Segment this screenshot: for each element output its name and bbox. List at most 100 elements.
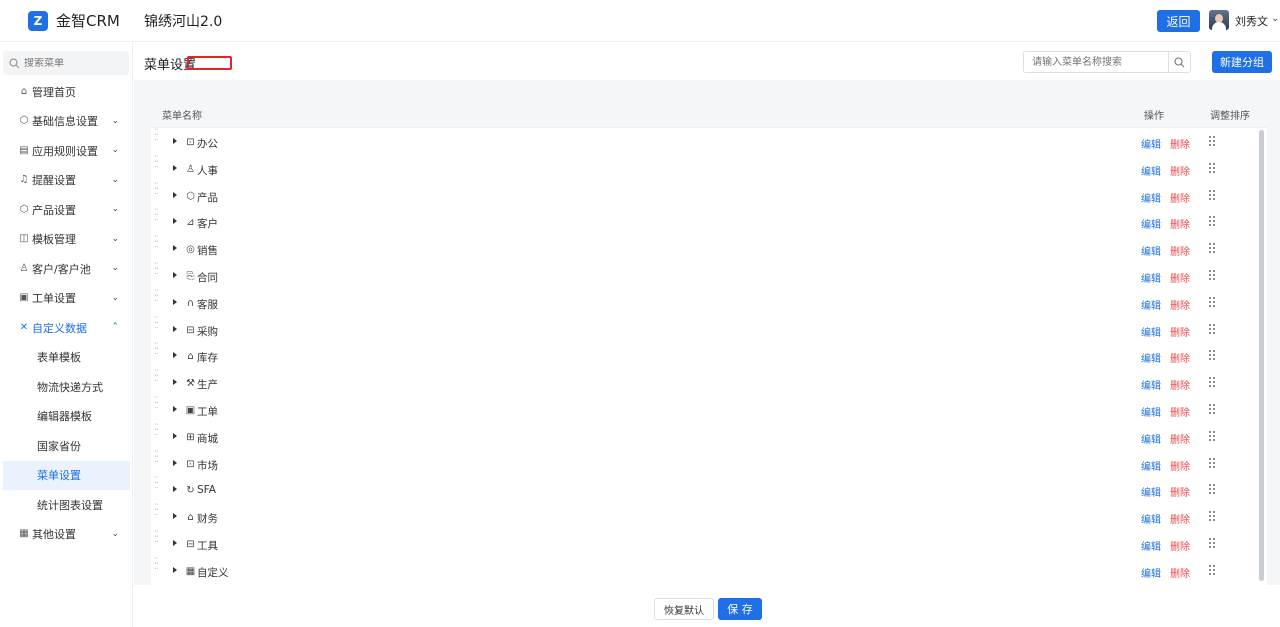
sidebar-item-app-rules[interactable]: ▤ 应用规则设置 ⌄ (0, 136, 133, 166)
sidebar-subitem-form-templates[interactable]: 表单模板 (3, 343, 130, 373)
avatar[interactable] (1209, 10, 1229, 30)
logo[interactable]: Z 金智CRM (28, 10, 120, 31)
edit-link[interactable]: 编辑 (1141, 484, 1161, 499)
sort-grip-icon[interactable] (1209, 537, 1217, 550)
drag-handle-icon[interactable]: ⁚⁚ ⁚⁚ (154, 182, 162, 196)
delete-link[interactable]: 删除 (1170, 163, 1190, 178)
edit-link[interactable]: 编辑 (1141, 136, 1161, 151)
sidebar-item-templates[interactable]: ◫ 模板管理 ⌄ (0, 225, 133, 255)
delete-link[interactable]: 删除 (1170, 458, 1190, 473)
sort-grip-icon[interactable] (1209, 189, 1217, 202)
delete-link[interactable]: 删除 (1170, 377, 1190, 392)
table-row[interactable]: ⁚⁚ ⁚⁚ ⊞ 商城 编辑 删除 (151, 423, 1267, 451)
edit-link[interactable]: 编辑 (1141, 565, 1161, 580)
expand-arrow-icon[interactable] (173, 352, 177, 359)
delete-link[interactable]: 删除 (1170, 538, 1190, 553)
sort-grip-icon[interactable] (1209, 511, 1217, 523)
expand-arrow-icon[interactable] (173, 138, 177, 144)
expand-arrow-icon[interactable] (173, 271, 177, 278)
table-row[interactable]: ⁚⁚ ⁚⁚ ⌂ 财务 编辑 删除 (151, 504, 1267, 531)
search-button[interactable] (1168, 52, 1190, 72)
sidebar-item-customers[interactable]: ♙ 客户/客户池 ⌄ (0, 254, 133, 284)
menu-search-input[interactable] (1024, 52, 1169, 72)
expand-arrow-icon[interactable] (173, 245, 177, 252)
sort-grip-icon[interactable] (1209, 457, 1217, 470)
drag-handle-icon[interactable]: ⁚⁚ ⁚⁚ (154, 557, 162, 571)
sort-grip-icon[interactable] (1209, 136, 1217, 148)
delete-link[interactable]: 删除 (1170, 270, 1190, 285)
drag-handle-icon[interactable]: ⁚⁚ ⁚⁚ (154, 423, 162, 437)
sort-grip-icon[interactable] (1209, 296, 1217, 309)
table-row[interactable]: ⁚⁚ ⁚⁚ ⊟ 工具 编辑 删除 (151, 530, 1267, 558)
table-row[interactable]: ⁚⁚ ⁚⁚ ⊡ 办公 编辑 删除 (151, 129, 1267, 156)
sort-grip-icon[interactable] (1209, 403, 1217, 416)
edit-link[interactable]: 编辑 (1141, 511, 1161, 526)
table-row[interactable]: ⁚⁚ ⁚⁚ ∩ 客服 编辑 删除 (151, 289, 1267, 317)
drag-handle-icon[interactable]: ⁚⁚ ⁚⁚ (154, 370, 162, 384)
sort-grip-icon[interactable] (1209, 269, 1217, 282)
menu-search[interactable] (1023, 51, 1191, 73)
expand-arrow-icon[interactable] (173, 298, 177, 305)
sidebar-search-input[interactable] (24, 57, 124, 69)
table-row[interactable]: ⁚⁚ ⁚⁚ ♙ 人事 编辑 删除 (151, 155, 1267, 183)
expand-arrow-icon[interactable] (173, 325, 177, 332)
sidebar-item-custom-data[interactable]: ✕ 自定义数据 ⌃ (0, 313, 133, 343)
drag-handle-icon[interactable]: ⁚⁚ ⁚⁚ (154, 129, 162, 143)
sort-grip-icon[interactable] (1209, 350, 1217, 362)
drag-handle-icon[interactable]: ⁚⁚ ⁚⁚ (154, 396, 162, 410)
sidebar-subitem-menu-settings[interactable]: 菜单设置 (3, 460, 130, 490)
delete-link[interactable]: 删除 (1170, 190, 1190, 205)
drag-handle-icon[interactable]: ⁚⁚ ⁚⁚ (154, 209, 162, 223)
sort-grip-icon[interactable] (1209, 564, 1217, 577)
delete-link[interactable]: 删除 (1170, 324, 1190, 339)
sort-grip-icon[interactable] (1209, 430, 1217, 443)
reset-default-button[interactable]: 恢复默认 (654, 598, 714, 620)
expand-arrow-icon[interactable] (173, 566, 177, 573)
drag-handle-icon[interactable]: ⁚⁚ ⁚⁚ (154, 530, 162, 544)
edit-link[interactable]: 编辑 (1141, 458, 1161, 473)
sidebar-item-products[interactable]: ⬡ 产品设置 ⌄ (0, 195, 133, 225)
table-row[interactable]: ⁚⁚ ⁚⁚ ▣ 工单 编辑 删除 (151, 396, 1267, 424)
expand-arrow-icon[interactable] (173, 539, 177, 546)
edit-link[interactable]: 编辑 (1141, 297, 1161, 312)
expand-arrow-icon[interactable] (173, 459, 177, 466)
save-button[interactable]: 保 存 (718, 598, 762, 620)
expand-arrow-icon[interactable] (173, 486, 177, 493)
expand-arrow-icon[interactable] (173, 379, 177, 386)
edit-link[interactable]: 编辑 (1141, 404, 1161, 419)
table-row[interactable]: ⁚⁚ ⁚⁚ ⊟ 采购 编辑 删除 (151, 316, 1267, 344)
table-row[interactable]: ⁚⁚ ⁚⁚ ▦ 自定义 编辑 删除 (151, 557, 1267, 585)
sidebar-subitem-chart-settings[interactable]: 统计图表设置 (3, 490, 130, 520)
table-row[interactable]: ⁚⁚ ⁚⁚ ⊡ 市场 编辑 删除 (151, 450, 1267, 478)
edit-link[interactable]: 编辑 (1141, 431, 1161, 446)
table-row[interactable]: ⁚⁚ ⁚⁚ ⬡ 产品 编辑 删除 (151, 182, 1267, 210)
sidebar-item-reminders[interactable]: ♫ 提醒设置 ⌄ (0, 166, 133, 196)
edit-link[interactable]: 编辑 (1141, 377, 1161, 392)
sidebar-item-other[interactable]: ▦ 其他设置 ⌄ (0, 520, 133, 550)
sidebar-item-basic-info[interactable]: ⬡ 基础信息设置 ⌄ (0, 107, 133, 137)
sidebar-subitem-provinces[interactable]: 国家省份 (3, 431, 130, 461)
expand-arrow-icon[interactable] (173, 218, 177, 225)
expand-arrow-icon[interactable] (173, 191, 177, 198)
vertical-scrollbar[interactable] (1259, 130, 1264, 581)
delete-link[interactable]: 删除 (1170, 565, 1190, 580)
edit-link[interactable]: 编辑 (1141, 324, 1161, 339)
user-name[interactable]: 刘秀文 (1235, 13, 1268, 29)
sort-grip-icon[interactable] (1209, 162, 1217, 175)
table-row[interactable]: ⁚⁚ ⁚⁚ ◎ 销售 编辑 删除 (151, 236, 1267, 263)
chevron-down-icon[interactable]: ⌄ (1271, 13, 1279, 24)
sidebar-item-tickets[interactable]: ▣ 工单设置 ⌄ (0, 284, 133, 314)
sidebar-search[interactable] (3, 51, 129, 75)
back-button[interactable]: 返回 (1157, 10, 1200, 32)
delete-link[interactable]: 删除 (1170, 431, 1190, 446)
delete-link[interactable]: 删除 (1170, 136, 1190, 151)
expand-arrow-icon[interactable] (173, 513, 177, 520)
sidebar-subitem-editor-templates[interactable]: 编辑器模板 (3, 402, 130, 432)
table-row[interactable]: ⁚⁚ ⁚⁚ ⌂ 库存 编辑 删除 (151, 343, 1267, 370)
table-row[interactable]: ⁚⁚ ⁚⁚ ⎘ 合同 编辑 删除 (151, 262, 1267, 290)
sort-grip-icon[interactable] (1209, 323, 1217, 336)
expand-arrow-icon[interactable] (173, 164, 177, 171)
sidebar-subitem-logistics[interactable]: 物流快递方式 (3, 372, 130, 402)
table-row[interactable]: ⁚⁚ ⁚⁚ ⚒ 生产 编辑 删除 (151, 370, 1267, 397)
drag-handle-icon[interactable]: ⁚⁚ ⁚⁚ (154, 289, 162, 303)
